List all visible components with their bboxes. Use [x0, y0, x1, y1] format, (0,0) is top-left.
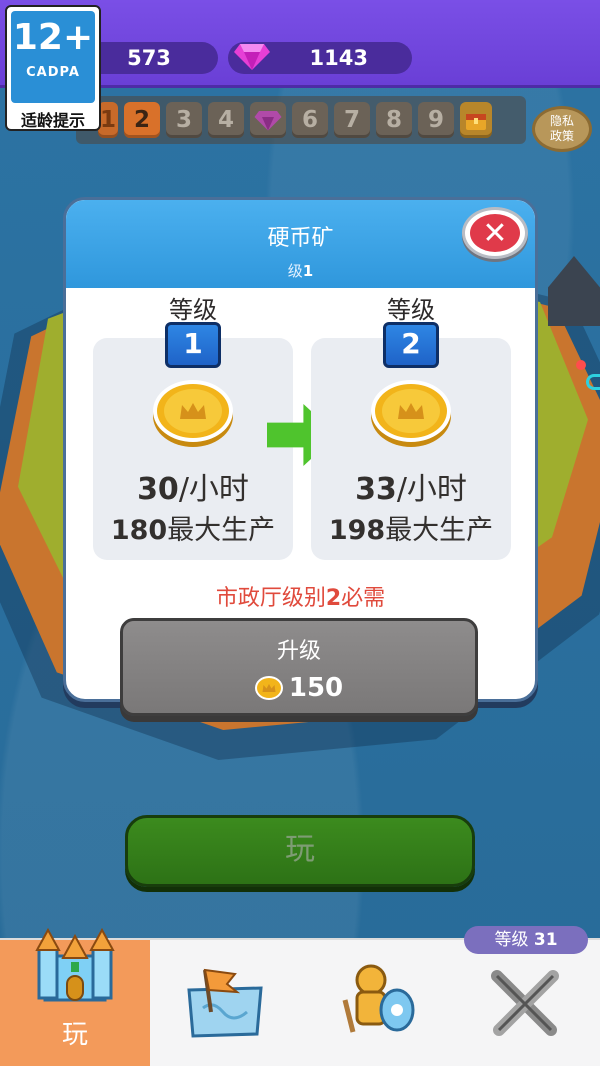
level-cell-1[interactable]: 1	[98, 102, 118, 138]
next-production-rate: 33/小时	[355, 472, 467, 507]
age-rating-box: 12+ CADPA	[11, 11, 95, 103]
level-cell-7[interactable]: 7	[334, 102, 370, 138]
crown-coin-icon	[153, 380, 233, 442]
level-cell-9[interactable]: 9	[418, 102, 454, 138]
age-rating-badge: 12+ CADPA 适龄提示	[5, 5, 101, 131]
level-cell-2-current[interactable]: 2	[124, 102, 160, 138]
gem-icon	[234, 44, 270, 70]
tab-castle-label: 玩	[61, 1020, 88, 1050]
upgrade-label: 升级	[276, 639, 321, 664]
age-rating-org: CADPA	[26, 65, 80, 80]
level-progress-strip: 1 2 3 4 6 7 8 9	[76, 96, 526, 144]
age-rating-number: 12+	[12, 17, 94, 58]
upgrade-cost: 150	[123, 673, 475, 703]
upgrade-cost-value: 150	[288, 673, 344, 703]
portal-ring	[586, 374, 600, 390]
tab-hero[interactable]	[300, 940, 450, 1066]
castle-icon	[35, 927, 115, 1002]
current-production-rate: 30/小时	[137, 472, 249, 507]
crown-icon	[398, 403, 424, 419]
level-cell-4[interactable]: 4	[208, 102, 244, 138]
next-max-production: 198最大生产	[328, 515, 494, 546]
gem-icon	[254, 111, 282, 131]
tab-battle[interactable]	[450, 940, 600, 1066]
next-level-badge: 2	[383, 322, 439, 368]
marker-dot	[576, 360, 586, 370]
next-level-label: 等级	[387, 296, 435, 324]
current-max-production: 180最大生产	[110, 515, 276, 546]
crossed-swords-icon	[491, 970, 559, 1036]
tab-castle[interactable]: 玩	[0, 927, 150, 1066]
level-cell-gem[interactable]	[250, 102, 286, 138]
upgrade-requirement-text: 市政厅级别2必需	[215, 586, 386, 611]
next-level-column: 等级 33/小时 198最大生产 2	[311, 286, 511, 560]
current-level-badge: 1	[165, 322, 221, 368]
close-icon: ✕	[470, 214, 520, 252]
level-cell-3[interactable]: 3	[166, 102, 202, 138]
crown-coin-icon	[371, 380, 451, 442]
gem-counter: 1143	[228, 42, 412, 74]
level-cell-8[interactable]: 8	[376, 102, 412, 138]
coin-count: 573	[127, 46, 171, 70]
bottom-navigation: 玩	[0, 927, 600, 1066]
age-rating-tip: 适龄提示	[20, 111, 85, 130]
player-level-badge: 等级 31	[464, 926, 588, 954]
play-button[interactable]: 玩	[125, 815, 475, 887]
level-cell-6[interactable]: 6	[292, 102, 328, 138]
current-level-label: 等级	[169, 296, 217, 324]
gem-count: 1143	[309, 46, 368, 70]
next-level-card: 33/小时 198最大生产	[311, 338, 511, 560]
tab-map[interactable]	[150, 940, 300, 1066]
crown-icon	[180, 403, 206, 419]
close-dialog-button[interactable]: ✕	[462, 207, 528, 259]
chest-icon	[466, 114, 486, 130]
current-level-column: 等级 30/小时 180最大生产 1	[93, 286, 293, 560]
map-flag-icon	[187, 968, 263, 1038]
privacy-policy-button[interactable]: 隐私政策	[532, 106, 592, 152]
dialog-subtitle: 级1	[287, 262, 314, 280]
current-level-card: 30/小时 180最大生产	[93, 338, 293, 560]
knight-shield-icon	[342, 964, 415, 1033]
upgrade-button[interactable]: 升级 150	[120, 618, 478, 716]
coin-icon	[254, 676, 283, 700]
level-cell-chest[interactable]	[460, 102, 492, 138]
